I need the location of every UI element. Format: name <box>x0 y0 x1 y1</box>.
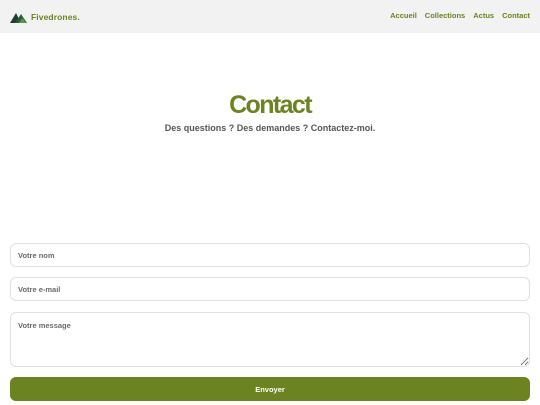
site-header: Fivedrones. Accueil Collections Actus Co… <box>0 0 540 33</box>
brand-name: Fivedrones. <box>31 12 80 22</box>
email-input[interactable] <box>10 277 530 301</box>
page-title: Contact <box>229 91 312 119</box>
page-subtitle: Des questions ? Des demandes ? Contactez… <box>164 123 376 133</box>
nav-link-contact[interactable]: Contact <box>502 11 530 20</box>
nav-link-accueil[interactable]: Accueil <box>390 11 417 20</box>
nav-link-collections[interactable]: Collections <box>425 11 465 20</box>
name-input[interactable] <box>10 243 530 267</box>
nav-link-actus[interactable]: Actus <box>473 11 494 20</box>
mountain-logo-icon <box>10 11 27 23</box>
send-button[interactable]: Envoyer <box>10 377 530 401</box>
main-nav: Accueil Collections Actus Contact <box>390 11 530 20</box>
brand-link[interactable]: Fivedrones. <box>10 9 80 25</box>
message-textarea[interactable] <box>10 312 530 367</box>
